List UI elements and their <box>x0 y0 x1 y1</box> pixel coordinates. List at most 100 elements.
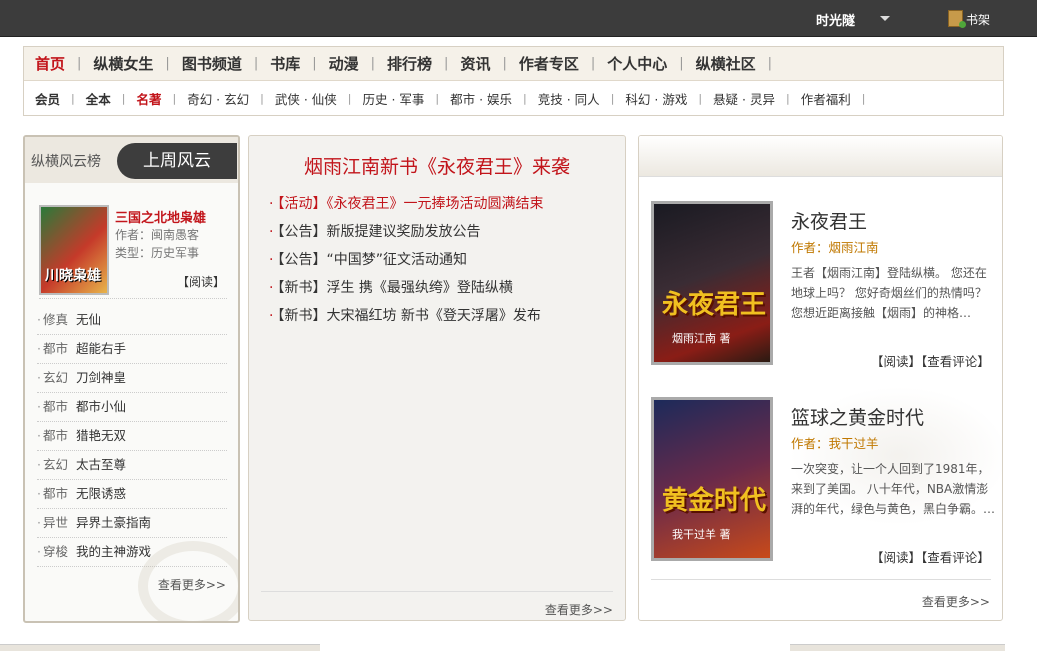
bullet-icon: · <box>37 428 41 443</box>
nav-item[interactable]: 纵横女生 <box>93 53 153 74</box>
bookshelf-icon <box>948 10 966 28</box>
subnav-item[interactable]: 会员 <box>35 89 60 108</box>
primary-nav: 首页 | 纵横女生 | 图书频道 | 书库 | 动漫 | 排行榜 | 资讯 | 作者专区 | 个人中心 | 纵横社区… <box>24 47 1003 81</box>
news-more-link[interactable]: 查看更多>> <box>545 601 613 618</box>
subnav-item[interactable]: 全本 <box>86 89 111 108</box>
book-cover[interactable]: 黄金时代 我干过羊 著 <box>651 397 773 561</box>
list-item-category: 都市 <box>42 428 68 443</box>
cover-title: 永夜君王 <box>662 290 767 320</box>
top-bar: 时光隧 书架 <box>0 0 1037 37</box>
bullet-icon: · <box>37 341 41 356</box>
subnav-item[interactable]: 都市 · 娱乐 <box>450 89 512 108</box>
featured-read-link[interactable]: 【阅读】 <box>177 273 225 290</box>
secondary-nav: 会员 | 全本 | 名著 | 奇幻 · 玄幻 | 武侠 · 仙侠 | 历史 · 军事 | 都市 · 娱乐… <box>24 81 1003 115</box>
nav-item[interactable]: 资讯 <box>460 53 490 74</box>
bullet-icon: · <box>269 224 274 240</box>
news-item[interactable]: · 【活动】《永夜君王》一元捧场活动圆满结束 <box>269 190 543 218</box>
news-item-text: 【公告】新版提建议奖励发放公告 <box>277 224 481 240</box>
nav-item[interactable]: 纵横社区 <box>696 53 756 74</box>
news-headline[interactable]: 烟雨江南新书《永夜君王》来袭 <box>249 152 625 179</box>
subnav-item[interactable]: 历史 · 军事 <box>362 89 424 108</box>
list-item[interactable]: · 玄幻 刀剑神皇 <box>37 364 227 393</box>
list-item-category: 玄幻 <box>42 457 68 472</box>
list-item-title[interactable]: 无限诱惑 <box>76 486 126 501</box>
book-description: 王者【烟雨江南】登陆纵横。 您还在地球上吗？ 您好奇烟丝们的热情吗？ 您想近距离… <box>791 266 987 320</box>
nav-separator: | <box>260 91 264 105</box>
list-item-title[interactable]: 刀剑神皇 <box>76 370 126 385</box>
nav-item[interactable]: 个人中心 <box>607 53 667 74</box>
list-item-title[interactable]: 猎艳无双 <box>76 428 126 443</box>
nav-item[interactable]: 首页 <box>35 53 65 74</box>
book-title[interactable]: 篮球之黄金时代 <box>791 403 924 430</box>
featured-book-author: 作者：闽南愚客 <box>115 228 200 242</box>
nav-separator: | <box>698 91 703 105</box>
bullet-icon: · <box>37 486 41 501</box>
news-item[interactable]: · 【公告】“中国梦”征文活动通知 <box>269 246 543 274</box>
featured-cover-text: 川晓枭雄 <box>45 268 101 284</box>
list-item-title[interactable]: 异界土豪指南 <box>76 515 151 530</box>
book-links[interactable]: 【阅读】【查看评论】 <box>871 547 990 566</box>
book-links[interactable]: 【阅读】【查看评论】 <box>871 351 990 370</box>
subnav-item[interactable]: 作者福利 <box>801 89 851 108</box>
list-item[interactable]: · 修真 无仙 <box>37 306 227 335</box>
subnav-item[interactable]: 武侠 · 仙侠 <box>275 89 337 108</box>
author-label: 作者： <box>791 240 829 255</box>
list-item[interactable]: · 都市 都市小仙 <box>37 393 227 422</box>
cover-author: 烟雨江南 著 <box>672 332 731 345</box>
book-title[interactable]: 永夜君王 <box>791 207 867 234</box>
username-link[interactable]: 时光隧 <box>816 10 855 29</box>
news-item[interactable]: · 【新书】浮生 携《最强纨绔》登陆纵横 <box>269 274 543 302</box>
list-item[interactable]: · 异世 异界土豪指南 <box>37 509 227 538</box>
nav-separator: | <box>312 56 317 71</box>
bullet-icon: · <box>37 399 41 414</box>
ranking-title: 纵横风云榜 <box>31 154 101 170</box>
nav-item[interactable]: 作者专区 <box>519 53 579 74</box>
bullet-icon: · <box>269 252 274 268</box>
featured-book-type: 类型：历史军事 <box>115 246 200 260</box>
recommended-more-link[interactable]: 查看更多>> <box>922 593 990 610</box>
author-link[interactable]: 烟雨江南 <box>829 240 879 255</box>
list-item-title[interactable]: 超能右手 <box>76 341 126 356</box>
list-item-category: 都市 <box>42 399 68 414</box>
featured-book: 川晓枭雄 三国之北地枭雄 作者：闽南愚客 类型：历史军事 【阅读】 <box>39 203 227 299</box>
ranking-more-link[interactable]: 查看更多>> <box>158 576 226 593</box>
list-item[interactable]: · 玄幻 太古至尊 <box>37 451 227 480</box>
bullet-icon: · <box>37 515 41 530</box>
nav-separator: | <box>861 91 866 105</box>
list-item-category: 修真 <box>42 312 68 327</box>
subnav-item[interactable]: 奇幻 · 玄幻 <box>187 89 249 108</box>
subnav-item[interactable]: 竞技 · 同人 <box>538 89 600 108</box>
book-card: 黄金时代 我干过羊 著 篮球之黄金时代 作者：我干过羊 一次突变，让一个人回到了… <box>651 397 995 567</box>
nav-item[interactable]: 排行榜 <box>387 53 432 74</box>
nav-separator: | <box>77 56 82 71</box>
list-item-title[interactable]: 我的主神游戏 <box>76 544 151 559</box>
nav-item[interactable]: 图书频道 <box>182 53 242 74</box>
nav-separator: | <box>121 91 126 105</box>
nav-item[interactable]: 动漫 <box>329 53 359 74</box>
book-cover[interactable]: 永夜君王 烟雨江南 著 <box>651 201 773 365</box>
list-item-title[interactable]: 无仙 <box>76 312 101 327</box>
ranking-tab-weekly[interactable]: 上周风云 <box>117 143 237 179</box>
news-item[interactable]: · 【新书】大宋福红坊 新书《登天浮屠》发布 <box>269 302 543 330</box>
list-item[interactable]: · 都市 超能右手 <box>37 335 227 364</box>
bookshelf-link[interactable]: 书架 <box>948 10 990 28</box>
nav-separator: | <box>523 91 527 105</box>
author-link[interactable]: 我干过羊 <box>829 436 879 451</box>
list-item-title[interactable]: 太古至尊 <box>76 457 126 472</box>
chevron-down-icon[interactable] <box>880 16 890 21</box>
list-item-title[interactable]: 都市小仙 <box>76 399 126 414</box>
nav-item[interactable]: 书库 <box>270 53 300 74</box>
bullet-icon: · <box>37 312 41 327</box>
subnav-item[interactable]: 科幻 · 游戏 <box>625 89 687 108</box>
main-navigation: 首页 | 纵横女生 | 图书频道 | 书库 | 动漫 | 排行榜 | 资讯 | 作者专区 | 个人中心 | 纵横社区… <box>23 46 1004 116</box>
featured-book-title[interactable]: 三国之北地枭雄 <box>115 207 206 226</box>
list-item[interactable]: · 都市 无限诱惑 <box>37 480 227 509</box>
subnav-item[interactable]: 悬疑 · 灵异 <box>713 89 775 108</box>
cover-author: 我干过羊 著 <box>672 528 731 541</box>
news-item[interactable]: · 【公告】新版提建议奖励发放公告 <box>269 218 543 246</box>
bullet-icon: · <box>269 280 274 296</box>
subnav-item[interactable]: 名著 <box>136 89 161 108</box>
nav-separator: | <box>610 91 615 105</box>
list-item[interactable]: · 都市 猎艳无双 <box>37 422 227 451</box>
featured-book-cover[interactable]: 川晓枭雄 <box>39 205 109 295</box>
